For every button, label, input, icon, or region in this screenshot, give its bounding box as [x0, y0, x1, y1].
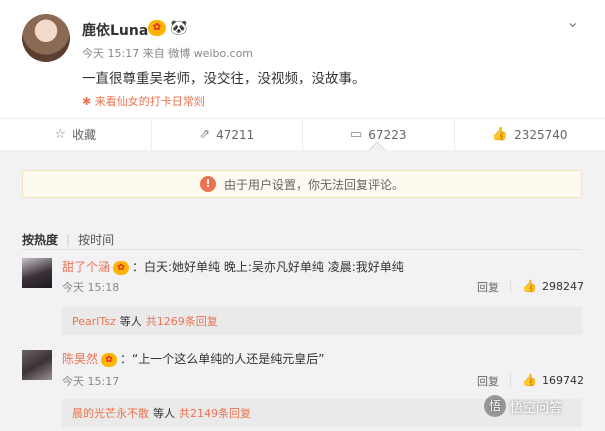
comment-sort-bar: 按热度 | 按时间 — [22, 231, 114, 248]
commenter-avatar[interactable] — [22, 258, 52, 288]
commenter-name[interactable]: 甜了个涵 — [62, 260, 110, 274]
comment-icon: ▭ — [350, 127, 363, 142]
sub-reply-count[interactable]: 共1269条回复 — [146, 313, 218, 329]
panda-badge-icon: 🐼 — [170, 20, 188, 36]
comment-body: 甜了个涵 ✿ ：白天:她好单纯 晚上:吴亦凡好单纯 凌晨:我好单纯 — [62, 258, 404, 275]
chevron-down-icon[interactable]: ⌄ — [566, 12, 579, 31]
commenter-avatar[interactable] — [22, 350, 52, 380]
star-icon: ☆ — [54, 127, 67, 142]
thumbs-up-icon: 👍 — [522, 279, 537, 293]
author-name[interactable]: 鹿依Luna — [82, 20, 148, 40]
notice-text: 由于用户设置，你无法回复评论。 — [223, 177, 404, 192]
thumbs-up-icon: 👍 — [491, 127, 509, 142]
author-avatar[interactable] — [22, 14, 70, 62]
comment-like-button[interactable]: 👍 169742 — [522, 373, 584, 387]
reply-button[interactable]: 回复 — [477, 373, 499, 389]
comment-body: 陈昊然 ✿ ：“上一个这么单纯的人还是纯元皇后” — [62, 350, 324, 367]
comment-time: 今天 15:17 — [62, 375, 120, 388]
post-meta: 今天 15:17 来自 微博 weibo.com — [82, 47, 254, 60]
comment-like-count: 298247 — [541, 279, 584, 293]
watermark: 悟 悟空问答 — [484, 395, 562, 417]
post-action-bar: ☆ 收藏 ⇗ 47211 ▭ 67223 👍 2325740 — [0, 118, 605, 150]
comment-like-count: 169742 — [541, 373, 584, 387]
favorite-label: 收藏 — [72, 128, 97, 142]
sub-reply-user[interactable]: PearlTsz — [72, 315, 116, 328]
sub-reply-mid: 等人 — [119, 315, 142, 328]
favorite-button[interactable]: ☆ 收藏 — [0, 119, 152, 150]
comment-time: 今天 15:18 — [62, 281, 120, 294]
vip-badge-icon: ✿ — [113, 260, 130, 275]
warning-icon: ! — [199, 176, 216, 192]
repost-count: 47211 — [216, 127, 255, 142]
commenter-name[interactable]: 陈昊然 — [62, 352, 98, 366]
comment-restriction-notice: ! 由于用户设置，你无法回复评论。 — [22, 170, 582, 198]
comment-text: ：白天:她好单纯 晚上:吴亦凡好单纯 凌晨:我好单纯 — [132, 260, 404, 274]
wukong-logo-icon: 悟 — [484, 395, 506, 417]
repost-icon: ⇗ — [199, 127, 211, 142]
sub-reply-count[interactable]: 共2149条回复 — [179, 405, 251, 421]
post-tag-link[interactable]: ✱ 来看仙女的打卡日常剡 — [82, 93, 205, 109]
comment-count: 67223 — [368, 127, 407, 142]
reply-button[interactable]: 回复 — [477, 279, 499, 295]
divider — [22, 249, 582, 250]
sub-replies-summary[interactable]: PearlTsz 等人 共1269条回复 — [62, 307, 582, 335]
comment-text: ：“上一个这么单纯的人还是纯元皇后” — [120, 352, 325, 366]
sort-by-time-tab[interactable]: 按时间 — [78, 231, 114, 248]
action-separator — [510, 280, 511, 292]
post-content: 一直很尊重吴老师，没交往，没视频，没故事。 — [82, 71, 366, 87]
sub-reply-mid: 等人 — [153, 407, 175, 420]
repost-button[interactable]: ⇗ 47211 — [152, 119, 303, 150]
sort-by-hot-tab[interactable]: 按热度 — [22, 231, 58, 248]
tag-star-icon: ✱ — [82, 95, 92, 108]
watermark-text: 悟空问答 — [510, 400, 563, 416]
like-count: 2325740 — [514, 127, 568, 142]
vip-badge-icon: ✿ — [101, 352, 118, 367]
comment-like-button[interactable]: 👍 298247 — [522, 279, 584, 293]
action-separator — [510, 374, 511, 386]
vip-badge-icon: ✿ — [148, 20, 166, 36]
sub-reply-user[interactable]: 晨的光芒永不散 — [72, 405, 149, 421]
thumbs-up-icon: 👍 — [522, 373, 537, 387]
sort-separator: | — [66, 232, 71, 247]
like-button[interactable]: 👍 2325740 — [455, 119, 605, 150]
post-tag-label: 来看仙女的打卡日常剡 — [94, 95, 205, 108]
